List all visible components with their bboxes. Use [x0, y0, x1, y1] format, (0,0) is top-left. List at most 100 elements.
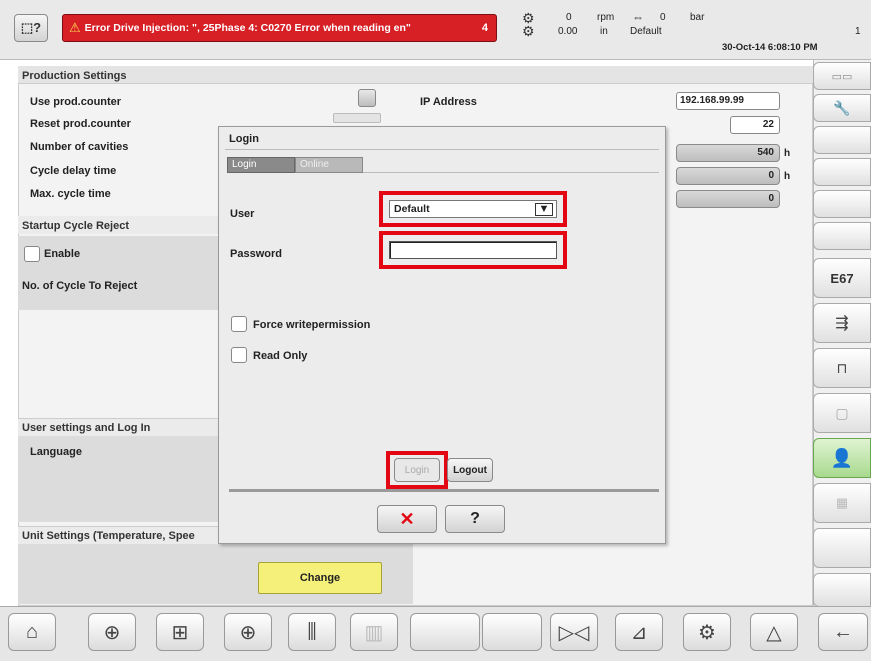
motor-status-icon: ⚙ ⚙	[522, 10, 535, 39]
enable-label: Enable	[44, 248, 81, 260]
datetime: 30-Oct-14 6:08:10 PM	[722, 42, 818, 53]
change-button-label: Change	[299, 572, 341, 584]
speed-unit: rpm	[597, 12, 615, 23]
cycle-delay-time-label: Cycle delay time	[30, 165, 117, 177]
warning-icon: ⚠	[69, 20, 81, 35]
login-dialog: Login Login Online User Default ▼ Passwo…	[218, 126, 666, 544]
password-label: Password	[230, 248, 282, 260]
error-message: Error Drive Injection: ", 25Phase 4: C02…	[84, 22, 411, 34]
nozzle-button[interactable]: ⊕	[224, 613, 272, 651]
sidebar-button-blank-2[interactable]	[813, 158, 871, 186]
user-select-value: Default	[394, 203, 430, 215]
max-cycle-field[interactable]: 0	[676, 167, 780, 185]
graph-button[interactable]: ⊿	[615, 613, 663, 651]
reset-prod-counter-button[interactable]	[333, 113, 381, 123]
heating-icon: ⫼	[307, 620, 317, 643]
purge-icon: ⊓	[836, 359, 848, 376]
sidebar-button-injection[interactable]: ⇶	[813, 303, 871, 343]
alarm-button[interactable]: △	[750, 613, 798, 651]
use-prod-counter-checkbox[interactable]	[358, 89, 376, 107]
sidebar-button-page[interactable]: ▢	[813, 393, 871, 433]
help-icon: ?	[470, 510, 480, 527]
force-write-checkbox[interactable]	[231, 316, 247, 332]
tab-login[interactable]: Login	[227, 157, 295, 173]
ejector-button[interactable]: ⊞	[156, 613, 204, 651]
current-user: Default	[630, 26, 662, 37]
extra-value-field[interactable]: 0	[676, 190, 780, 208]
close-icon: ✕	[399, 508, 415, 529]
enable-checkbox[interactable]	[24, 246, 40, 262]
change-button[interactable]: Change	[258, 562, 382, 594]
settings-button[interactable]: ⚙	[683, 613, 731, 651]
logout-button[interactable]: Logout	[447, 458, 493, 482]
pressure-value: 0	[660, 12, 666, 23]
no-of-cycle-to-reject-label: No. of Cycle To Reject	[22, 280, 138, 292]
max-cycle-unit: h	[784, 171, 791, 182]
sidebar-button-blank-6[interactable]	[813, 573, 871, 607]
sidebar-button-user[interactable]: 👤	[813, 438, 871, 478]
cavities-field[interactable]: 22	[730, 116, 780, 134]
sidebar-button-blank-3[interactable]	[813, 190, 871, 218]
injection-icon: ⇶	[835, 315, 849, 332]
sidebar-button-blank-5[interactable]	[813, 528, 871, 568]
tab-online[interactable]: Online	[295, 157, 363, 173]
reset-prod-counter-label: Reset prod.counter	[30, 118, 131, 130]
error-toggle-button[interactable]: ⬚?	[14, 14, 48, 42]
ip-address-field[interactable]: 192.168.99.99	[676, 92, 780, 110]
mold-button[interactable]: ⊕	[88, 613, 136, 651]
home-button[interactable]: ⌂	[8, 613, 56, 651]
wrench-icon: 🔧	[833, 99, 851, 116]
back-button[interactable]: ←	[818, 613, 868, 651]
user-settings-title: User settings and Log In	[22, 422, 151, 434]
ip-address-label: IP Address	[420, 96, 477, 108]
sidebar-button-purge[interactable]: ⊓	[813, 348, 871, 388]
user-select[interactable]: Default ▼	[389, 200, 557, 218]
tab-login-label: Login	[232, 159, 257, 170]
login-dialog-title: Login	[229, 133, 259, 145]
help-button[interactable]: ?	[445, 505, 505, 533]
sidebar-button-e67[interactable]: E67	[813, 258, 871, 298]
ruler-icon: ▭▭	[831, 70, 853, 83]
sidebar-button-wrench[interactable]: 🔧	[813, 94, 871, 122]
mold-icon: ⊕	[103, 621, 121, 644]
page-number: 1	[855, 26, 861, 37]
chevron-down-icon: ▼	[535, 202, 553, 216]
login-button[interactable]: Login	[394, 458, 440, 482]
ejector-icon: ⊞	[171, 621, 189, 644]
speed-value-2: 0.00	[558, 26, 578, 37]
max-cycle-time-label: Max. cycle time	[30, 188, 111, 200]
valve-icon: ▷◁	[558, 621, 590, 644]
speed-value: 0	[566, 12, 572, 23]
cancel-button[interactable]: ✕	[377, 505, 437, 533]
cycle-delay-field[interactable]: 540	[676, 144, 780, 162]
password-input[interactable]	[389, 241, 557, 259]
production-settings-title: Production Settings	[22, 70, 127, 82]
sidebar-button-blank-4[interactable]	[813, 222, 871, 250]
user-icon: 👤	[830, 447, 854, 468]
sidebar-button-ruler[interactable]: ▭▭	[813, 62, 871, 90]
tab-bar-line	[363, 172, 659, 173]
valve-button[interactable]: ▷◁	[550, 613, 598, 651]
blank-bottom-button-1[interactable]	[410, 613, 480, 651]
error-list-icon: ⬚?	[20, 20, 42, 35]
user-label: User	[230, 208, 255, 220]
error-banner[interactable]: ⚠ Error Drive Injection: ", 25Phase 4: C…	[62, 14, 497, 42]
language-label: Language	[30, 446, 82, 458]
tab-online-label: Online	[300, 159, 329, 170]
heating-button[interactable]: ⫼	[288, 613, 336, 651]
logout-button-label: Logout	[453, 464, 487, 476]
dryer-button[interactable]: ▥	[350, 613, 398, 651]
gear-icon: ⚙	[698, 621, 716, 644]
read-only-checkbox[interactable]	[231, 347, 247, 363]
graph-icon: ⊿	[630, 621, 648, 644]
page-icon: ▢	[835, 404, 849, 421]
dialog-title-divider	[225, 149, 659, 150]
sidebar-button-blank-1[interactable]	[813, 126, 871, 154]
dialog-bottom-divider	[229, 489, 659, 492]
pressure-unit: bar	[690, 12, 705, 23]
dryer-icon: ▥	[364, 621, 384, 644]
blank-bottom-button-2[interactable]	[482, 613, 542, 651]
number-of-cavities-label: Number of cavities	[30, 141, 129, 153]
login-button-label: Login	[404, 464, 430, 476]
sidebar-button-report[interactable]: ▦	[813, 483, 871, 523]
